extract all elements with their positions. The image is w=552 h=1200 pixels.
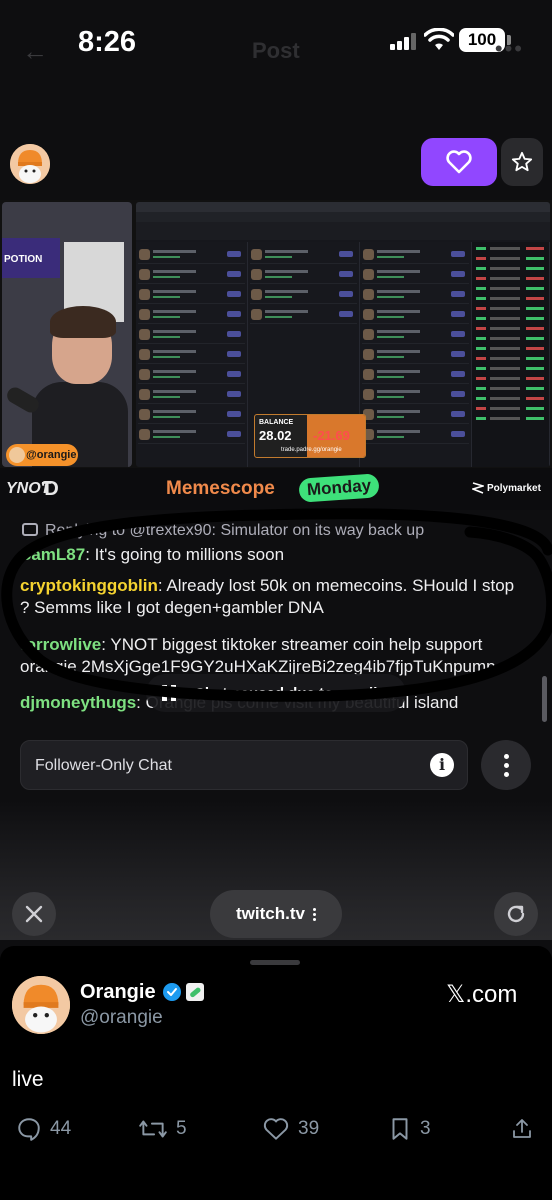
url-menu-icon[interactable] — [312, 907, 316, 921]
orangie-avatar-icon — [12, 976, 70, 1034]
bookmark-count: 3 — [420, 1118, 431, 1139]
banner-title: Memescope — [166, 478, 275, 499]
more-options-icon[interactable]: ••• — [495, 36, 524, 62]
chat-message[interactable]: torrowlive: YNOT biggest tiktoker stream… — [20, 634, 522, 678]
balance-overlay: BALANCE 28.02 -21.69 trade.padre.gg/oran… — [254, 414, 366, 458]
balance-value: 28.02 — [259, 428, 292, 443]
trades-panel — [472, 242, 550, 467]
status-time: 8:26 — [78, 26, 137, 58]
sponsor-name: Polymarket — [487, 483, 541, 494]
migrated-column — [360, 242, 472, 467]
chat-paused-banner[interactable]: Chat paused due to scroll — [146, 674, 406, 712]
reply-text: Replying to @trextex90: Simulator on its… — [45, 522, 425, 539]
status-bar: ← 8:26 Post 100 ••• — [0, 0, 552, 80]
chat-input[interactable]: Follower-Only Chat i — [20, 740, 468, 790]
chat-message-text: : It's going to millions soon — [85, 545, 285, 564]
tag-avatar-icon — [9, 447, 25, 463]
back-arrow-icon[interactable]: ← — [22, 36, 48, 67]
verified-badge-icon — [163, 983, 181, 1001]
follow-button[interactable] — [421, 138, 497, 186]
dot — [503, 753, 509, 759]
streamer-avatar[interactable] — [10, 144, 50, 184]
bookmark-icon — [392, 1118, 408, 1140]
cam-name-tag: @orangie — [6, 444, 78, 466]
chat-message[interactable]: SamL87: It's going to millions soon — [20, 544, 522, 566]
dot — [503, 762, 509, 768]
app-menu-bar — [136, 222, 550, 240]
reload-icon — [507, 905, 525, 923]
repost-button[interactable]: 5 — [138, 1116, 187, 1142]
balance-label: BALANCE — [259, 419, 294, 426]
screen-share: BALANCE 28.02 -21.69 trade.padre.gg/oran… — [136, 202, 550, 467]
wifi-icon — [424, 28, 454, 50]
repost-icon — [139, 1120, 167, 1138]
favorite-button[interactable] — [501, 138, 543, 186]
chat-paused-label: Chat paused due to scroll — [194, 684, 378, 702]
reload-button[interactable] — [494, 892, 538, 936]
stream-footer-banner: YNOT Ɗ Memescope Monday Polymarket — [0, 468, 552, 510]
cellular-signal-icon — [390, 32, 420, 50]
padre-logo-icon: Ɗ — [42, 478, 59, 500]
share-button[interactable] — [510, 1116, 542, 1142]
balance-change: -21.69 — [313, 428, 350, 443]
chat-username[interactable]: torrowlive — [20, 635, 101, 654]
cam-banner-text: POTION — [4, 254, 43, 265]
bookmark-button[interactable]: 3 — [388, 1116, 431, 1142]
chat-username[interactable]: SamL87 — [20, 545, 85, 564]
browser-url-pill[interactable]: twitch.tv — [210, 890, 342, 938]
browser-url: twitch.tv — [236, 904, 305, 923]
post-actions: 44 5 39 3 — [0, 1116, 552, 1146]
post-card: Orangie @orangie 𝕏.com live 44 5 39 3 — [0, 946, 552, 1200]
dot — [503, 771, 509, 777]
close-browser-button[interactable] — [12, 892, 56, 936]
video-player[interactable]: POTION @orangie BALANCE 28.02 -21.69 tra… — [0, 200, 552, 510]
chat-username[interactable]: cryptokinggoblin — [20, 576, 158, 595]
chat-message[interactable]: cryptokinggoblin: Already lost 50k on me… — [20, 575, 522, 619]
reply-indicator: Replying to @trextex90: Simulator on its… — [22, 522, 424, 540]
like-count: 39 — [298, 1118, 320, 1139]
banner-badge: Monday — [298, 473, 380, 503]
reply-button[interactable]: 44 — [16, 1116, 71, 1142]
cam-tag-text: @orangie — [26, 449, 77, 461]
browser-url-bar — [136, 212, 550, 222]
post-text: live — [12, 1068, 44, 1091]
sheet-grabber[interactable] — [250, 960, 300, 965]
affiliate-badge-icon — [186, 983, 204, 1001]
new-pairs-column — [136, 242, 248, 467]
author-name[interactable]: Orangie — [80, 981, 156, 1004]
reply-icon — [18, 1118, 40, 1141]
streamer-hair — [50, 306, 116, 338]
info-icon[interactable]: i — [430, 753, 454, 777]
page-title: Post — [252, 38, 300, 63]
polymarket-icon — [472, 482, 484, 494]
star-icon — [511, 151, 533, 172]
source-label: 𝕏.com — [446, 981, 518, 1008]
reply-count: 44 — [50, 1118, 72, 1139]
close-icon — [25, 905, 43, 923]
webcam-feed: POTION @orangie — [2, 202, 132, 467]
author-avatar[interactable] — [12, 976, 70, 1034]
chat-more-button[interactable] — [481, 740, 531, 790]
repost-count: 5 — [176, 1118, 187, 1139]
reply-bubble-icon — [22, 523, 38, 536]
pause-icon — [162, 685, 176, 701]
orangie-avatar-icon — [10, 144, 50, 184]
balance-link: trade.padre.gg/orangie — [281, 447, 342, 453]
like-button[interactable]: 39 — [262, 1116, 319, 1142]
like-heart-icon — [263, 1118, 289, 1140]
share-icon — [513, 1119, 531, 1138]
chat-input-placeholder: Follower-Only Chat — [35, 757, 172, 774]
browser-tabs — [136, 202, 550, 212]
heart-icon — [446, 150, 472, 174]
author-handle[interactable]: @orangie — [80, 1007, 163, 1029]
chat-panel[interactable]: Replying to @trextex90: Simulator on its… — [0, 516, 552, 726]
chat-username[interactable]: djmoneythugs — [20, 693, 136, 712]
chat-scrollbar[interactable] — [542, 676, 547, 722]
